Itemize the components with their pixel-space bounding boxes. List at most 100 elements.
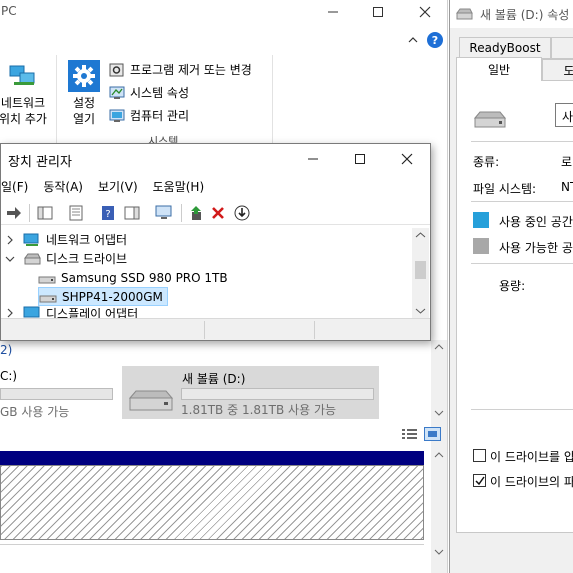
monitor-scan-icon [155,205,172,219]
network-adapter-icon [23,233,39,246]
tab-readyboost[interactable]: ReadyBoost [459,37,551,59]
explorer-scrollbar[interactable] [431,340,447,573]
capacity-label: 용량: [499,279,526,293]
drive-d-icon [128,388,174,414]
close-icon [419,6,431,18]
delete-x-icon [212,207,224,219]
tab-tools[interactable]: 도 [542,59,573,81]
maximize-button[interactable] [363,2,393,22]
drive-c-usage-bar [0,388,113,400]
computer-management-button[interactable]: 컴퓨터 관리 [109,107,189,124]
add-network-location-label[interactable]: 네트워크 위치 추가 [0,95,52,127]
device-tree: 네트워크 어댑터 디스크 드라이브 Samsung SSD 980 PRO 1T… [1,228,412,320]
explorer-title: PC [1,4,17,18]
computer-management-icon [109,108,125,124]
svg-text:?: ? [105,209,110,220]
used-space-label: 사용 중인 공간 [499,215,573,229]
compress-drive-checkbox[interactable] [473,449,486,462]
separator [471,201,573,202]
action-pane-button[interactable] [123,204,141,222]
drive-d-name: 새 볼륨 (D:) [182,372,246,386]
update-driver-button[interactable] [187,204,205,222]
ribbon-divider [56,55,57,143]
disk-partition-unallocated[interactable] [0,465,424,540]
details-view-icon[interactable] [401,427,418,441]
scrollbar-thumb[interactable] [415,261,426,279]
scroll-up-icon [434,452,444,458]
status-bar [1,318,430,340]
forward-button[interactable] [5,204,23,222]
minimize-button[interactable] [318,2,348,22]
volume-name-input[interactable]: 사 [555,103,573,127]
forward-arrow-icon [7,207,21,219]
scroll-down-icon [415,308,426,314]
dm-minimize-button[interactable] [298,149,328,169]
toolbar-separator [29,204,30,222]
device-manager-title: 장치 관리자 [8,155,72,170]
drive-d-free: 1.81TB 중 1.81TB 사용 가능 [181,403,337,417]
compress-drive-label: 이 드라이브를 압 [490,450,573,464]
drive-d-tile[interactable]: 새 볼륨 (D:) 1.81TB 중 1.81TB 사용 가능 [122,366,379,419]
show-hide-console-tree-button[interactable] [36,204,54,222]
filesystem-value: NT [561,180,573,194]
uninstall-program-button[interactable]: 프로그램 제거 또는 변경 [109,61,252,78]
maximize-icon [355,154,365,164]
minimize-icon [308,158,318,160]
toolbar-separator [181,204,182,222]
open-settings-label[interactable]: 설정 열기 [60,95,108,127]
scroll-down-icon [434,549,444,555]
drive-large-icon [473,111,507,128]
menu-help[interactable]: 도움말(H) [153,175,214,197]
help-icon: ? [431,33,439,47]
uninstall-device-button[interactable] [209,204,227,222]
menu-file[interactable]: 일(F) [1,175,37,197]
index-drive-checkbox[interactable] [473,474,486,487]
properties-title-bar: 새 볼륨 (D:) 속성 [450,0,573,28]
tree-node-samsung-ssd[interactable]: Samsung SSD 980 PRO 1TB [38,268,228,287]
close-icon [401,153,413,165]
ribbon-collapse-button[interactable] [406,33,420,47]
help-button[interactable]: ? [427,32,443,48]
tree-scrollbar[interactable] [412,228,429,320]
program-uninstall-icon [109,62,125,78]
help-topics-button[interactable]: ? [99,204,117,222]
enable-device-button[interactable] [233,204,251,222]
download-circle-icon [234,205,250,221]
drive-c-free: GB 사용 가능 [0,405,70,419]
drive-c-tile[interactable]: C:) GB 사용 가능 [0,366,118,419]
separator [471,263,573,264]
network-location-icon[interactable] [8,64,40,92]
status-divider [314,321,315,339]
index-drive-label: 이 드라이브의 파 [490,475,573,489]
general-tab-panel: 사 종류: 로 파일 시스템: NT 사용 중인 공간 사용 가능한 공 용량:… [456,80,573,533]
type-label: 종류: [473,155,500,169]
dm-close-button[interactable] [392,149,422,169]
tab-extra[interactable] [551,37,573,59]
menu-view[interactable]: 보기(V) [98,175,147,197]
disk-icon [38,276,56,283]
tree-node-disk-drives[interactable]: 디스크 드라이브 [1,249,127,268]
drive-icon [456,8,473,20]
separator [471,409,573,410]
menu-action[interactable]: 동작(A) [43,175,92,197]
used-space-swatch [473,212,489,228]
settings-gear-icon[interactable] [68,60,100,92]
scan-hardware-button[interactable] [155,204,173,222]
disk-icon [39,295,57,302]
properties-list-button[interactable] [67,204,85,222]
filesystem-label: 파일 시스템: [473,182,537,196]
tab-general[interactable]: 일반 [456,57,542,81]
drive-d-usage-bar [181,388,374,400]
checkmark-icon [475,476,485,486]
scroll-down-icon [434,410,444,416]
system-properties-button[interactable]: 시스템 속성 [109,84,189,101]
drive-properties-window: 새 볼륨 (D:) 속성 ReadyBoost 일반 도 사 종류: 로 파일 … [449,0,573,573]
devices-section-label: 2) [0,343,13,357]
device-manager-window: 장치 관리자 일(F) 동작(A) 보기(V) 도움말(H) ? 네트워크 어댑… [0,143,431,341]
tree-node-shpp41-selected[interactable]: SHPP41-2000GM [38,287,168,306]
tiles-view-icon[interactable] [424,427,441,441]
tree-node-network-adapters[interactable]: 네트워크 어댑터 [1,230,127,249]
system-properties-icon [109,85,125,101]
close-button[interactable] [410,2,440,22]
dm-maximize-button[interactable] [345,149,375,169]
